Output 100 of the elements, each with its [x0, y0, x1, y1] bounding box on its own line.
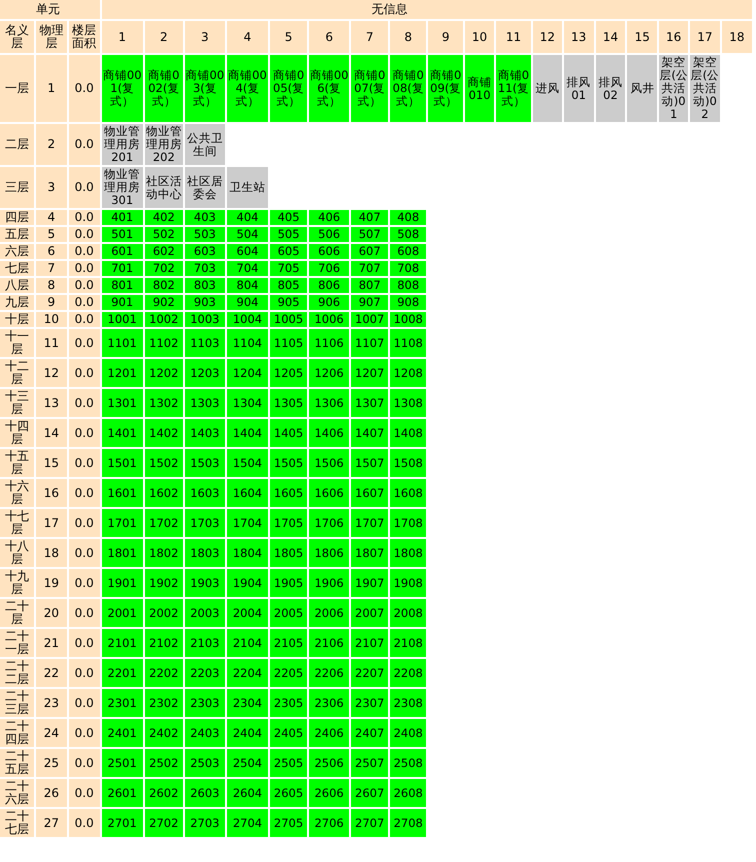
- unit-cell[interactable]: 2608: [390, 779, 426, 807]
- unit-cell[interactable]: 2407: [351, 719, 388, 747]
- unit-cell[interactable]: 2306: [309, 689, 350, 717]
- unit-cell[interactable]: 1304: [226, 389, 268, 417]
- unit-cell[interactable]: 1601: [102, 479, 143, 507]
- unit-cell[interactable]: 801: [102, 278, 143, 293]
- unit-cell[interactable]: 701: [102, 261, 143, 276]
- unit-cell[interactable]: 1806: [309, 539, 350, 567]
- unit-cell[interactable]: 504: [226, 227, 268, 242]
- unit-cell[interactable]: 703: [184, 261, 225, 276]
- unit-cell[interactable]: 2408: [390, 719, 426, 747]
- unit-cell[interactable]: 1903: [184, 569, 225, 597]
- unit-cell[interactable]: 506: [309, 227, 350, 242]
- unit-cell[interactable]: 1004: [226, 312, 268, 327]
- unit-cell[interactable]: 1605: [270, 479, 308, 507]
- unit-cell[interactable]: 排风02: [596, 55, 626, 122]
- unit-cell[interactable]: 607: [351, 244, 388, 259]
- unit-cell[interactable]: 2507: [351, 749, 388, 777]
- unit-cell[interactable]: 1408: [390, 419, 426, 447]
- unit-cell[interactable]: 卫生站: [226, 167, 268, 208]
- unit-cell[interactable]: 501: [102, 227, 143, 242]
- unit-cell[interactable]: 2303: [184, 689, 225, 717]
- unit-cell[interactable]: 商铺003(复式）: [184, 55, 225, 122]
- unit-cell[interactable]: 1002: [144, 312, 183, 327]
- unit-cell[interactable]: 1901: [102, 569, 143, 597]
- unit-cell[interactable]: 1407: [351, 419, 388, 447]
- unit-cell[interactable]: 2702: [144, 809, 183, 837]
- unit-cell[interactable]: 1403: [184, 419, 225, 447]
- unit-cell[interactable]: 1607: [351, 479, 388, 507]
- unit-cell[interactable]: 2603: [184, 779, 225, 807]
- unit-cell[interactable]: 1104: [226, 329, 268, 357]
- unit-cell[interactable]: 2607: [351, 779, 388, 807]
- unit-cell[interactable]: 商铺001(复式）: [102, 55, 143, 122]
- unit-cell[interactable]: 1003: [184, 312, 225, 327]
- unit-cell[interactable]: 2103: [184, 629, 225, 657]
- unit-cell[interactable]: 804: [226, 278, 268, 293]
- unit-cell[interactable]: 2606: [309, 779, 350, 807]
- unit-cell[interactable]: 1204: [226, 359, 268, 387]
- unit-cell[interactable]: 708: [390, 261, 426, 276]
- unit-cell[interactable]: 2005: [270, 599, 308, 627]
- unit-cell[interactable]: 1803: [184, 539, 225, 567]
- unit-cell[interactable]: 2605: [270, 779, 308, 807]
- unit-cell[interactable]: 1404: [226, 419, 268, 447]
- unit-cell[interactable]: 508: [390, 227, 426, 242]
- unit-cell[interactable]: 2203: [184, 659, 225, 687]
- unit-cell[interactable]: 2402: [144, 719, 183, 747]
- unit-cell[interactable]: 1906: [309, 569, 350, 597]
- unit-cell[interactable]: 2602: [144, 779, 183, 807]
- unit-cell[interactable]: 2708: [390, 809, 426, 837]
- unit-cell[interactable]: 605: [270, 244, 308, 259]
- unit-cell[interactable]: 1102: [144, 329, 183, 357]
- unit-cell[interactable]: 805: [270, 278, 308, 293]
- unit-cell[interactable]: 806: [309, 278, 350, 293]
- unit-cell[interactable]: 1001: [102, 312, 143, 327]
- unit-cell[interactable]: 1602: [144, 479, 183, 507]
- unit-cell[interactable]: 2308: [390, 689, 426, 717]
- unit-cell[interactable]: 2102: [144, 629, 183, 657]
- unit-cell[interactable]: 2208: [390, 659, 426, 687]
- unit-cell[interactable]: 2307: [351, 689, 388, 717]
- unit-cell[interactable]: 503: [184, 227, 225, 242]
- unit-cell[interactable]: 907: [351, 295, 388, 310]
- unit-cell[interactable]: 402: [144, 210, 183, 225]
- unit-cell[interactable]: 906: [309, 295, 350, 310]
- unit-cell[interactable]: 1604: [226, 479, 268, 507]
- unit-cell[interactable]: 社区居委会: [184, 167, 225, 208]
- unit-cell[interactable]: 1908: [390, 569, 426, 597]
- unit-cell[interactable]: 2405: [270, 719, 308, 747]
- unit-cell[interactable]: 1603: [184, 479, 225, 507]
- unit-cell[interactable]: 1101: [102, 329, 143, 357]
- unit-cell[interactable]: 405: [270, 210, 308, 225]
- unit-cell[interactable]: 2401: [102, 719, 143, 747]
- unit-cell[interactable]: 2601: [102, 779, 143, 807]
- unit-cell[interactable]: 1701: [102, 509, 143, 537]
- unit-cell[interactable]: 1807: [351, 539, 388, 567]
- unit-cell[interactable]: 903: [184, 295, 225, 310]
- unit-cell[interactable]: 1007: [351, 312, 388, 327]
- unit-cell[interactable]: 808: [390, 278, 426, 293]
- unit-cell[interactable]: 商铺005(复式）: [270, 55, 308, 122]
- unit-cell[interactable]: 2506: [309, 749, 350, 777]
- unit-cell[interactable]: 803: [184, 278, 225, 293]
- unit-cell[interactable]: 707: [351, 261, 388, 276]
- unit-cell[interactable]: 架空层(公共活动)01: [659, 55, 688, 122]
- unit-cell[interactable]: 1105: [270, 329, 308, 357]
- unit-cell[interactable]: 2406: [309, 719, 350, 747]
- unit-cell[interactable]: 1606: [309, 479, 350, 507]
- unit-cell[interactable]: 408: [390, 210, 426, 225]
- unit-cell[interactable]: 商铺011(复式）: [496, 55, 531, 122]
- unit-cell[interactable]: 架空层(公共活动)02: [690, 55, 720, 122]
- unit-cell[interactable]: 2008: [390, 599, 426, 627]
- unit-cell[interactable]: 902: [144, 295, 183, 310]
- unit-cell[interactable]: 1704: [226, 509, 268, 537]
- unit-cell[interactable]: 物业管理用房201: [102, 124, 143, 165]
- unit-cell[interactable]: 2204: [226, 659, 268, 687]
- unit-cell[interactable]: 2201: [102, 659, 143, 687]
- unit-cell[interactable]: 1504: [226, 449, 268, 477]
- unit-cell[interactable]: 1804: [226, 539, 268, 567]
- unit-cell[interactable]: 1008: [390, 312, 426, 327]
- unit-cell[interactable]: 908: [390, 295, 426, 310]
- unit-cell[interactable]: 1201: [102, 359, 143, 387]
- unit-cell[interactable]: 1503: [184, 449, 225, 477]
